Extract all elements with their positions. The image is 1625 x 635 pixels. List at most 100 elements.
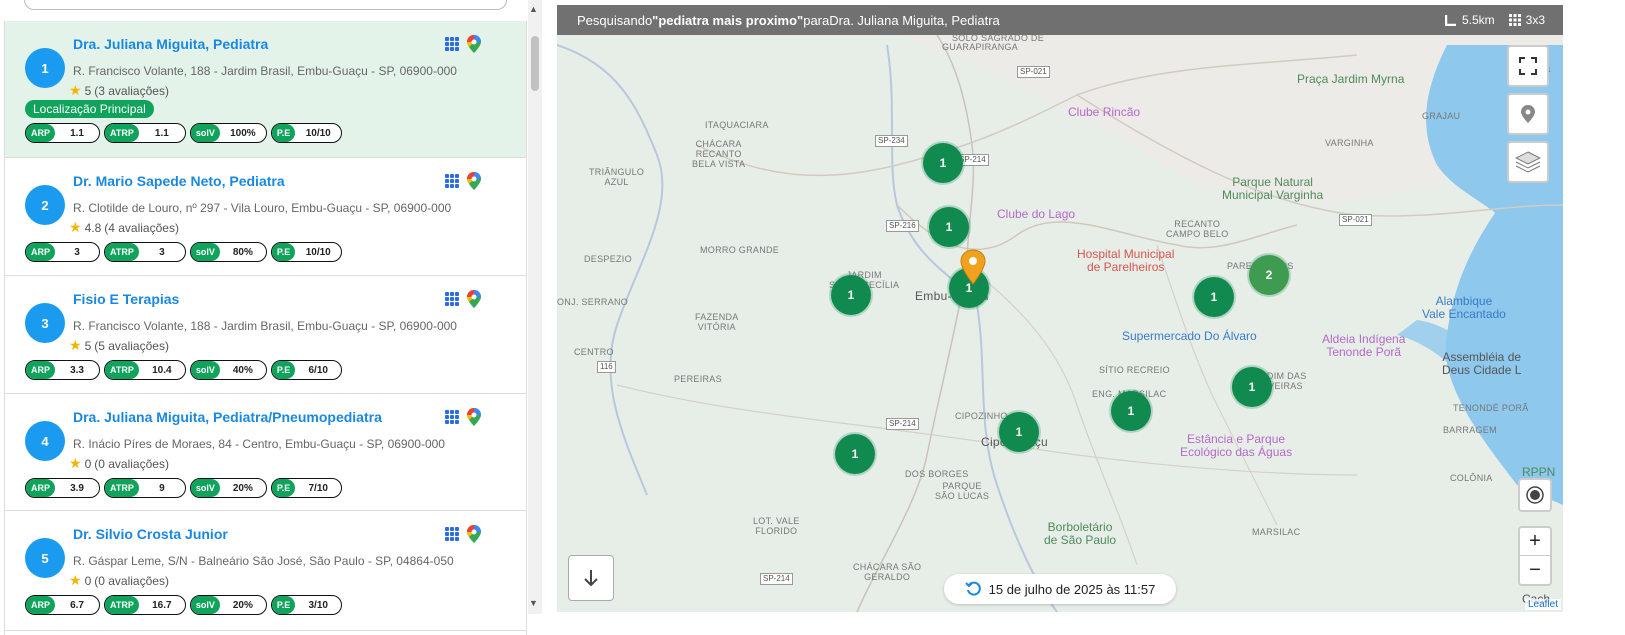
grid-icon[interactable] — [445, 410, 459, 424]
google-maps-icon[interactable] — [467, 408, 481, 426]
metric-value: 20% — [232, 599, 253, 611]
metric-label: ATRP — [105, 243, 139, 261]
metric-pe: P.E 10/10 — [270, 242, 343, 262]
metric-value: 80% — [232, 246, 253, 258]
metric-label: ARP — [26, 596, 56, 614]
poi-parque-varginha[interactable]: Parque Natural Municipal Varginha — [1222, 176, 1323, 202]
result-address: R. Clotilde de Louro, nº 297 - Vila Lour… — [73, 201, 452, 215]
map-label-cipozinho: CIPOZINHO — [955, 411, 1008, 421]
google-maps-icon[interactable] — [467, 290, 481, 308]
scroll-down-arrow[interactable]: ▼ — [529, 598, 538, 608]
header-mid: para — [803, 12, 830, 28]
result-name-link[interactable]: Dra. Juliana Miguita, Pediatra/Pneumoped… — [73, 409, 382, 425]
road-shield: SP-021 — [1017, 66, 1050, 78]
metric-value: 40% — [232, 364, 253, 376]
poi-hospital[interactable]: Hospital Municipal de Parelheiros — [1077, 248, 1174, 274]
metric-value: 10.4 — [152, 364, 172, 376]
map-cluster[interactable]: 1 — [929, 207, 969, 247]
metric-value: 9 — [159, 482, 165, 494]
locate-me-button[interactable] — [1518, 478, 1552, 512]
road-shield: SP-214 — [886, 418, 919, 430]
map-label-barragem: BARRAGEM — [1443, 425, 1497, 435]
review-count: (0 avaliações) — [94, 456, 169, 471]
poi-supermercado[interactable]: Supermercado Do Álvaro — [1122, 330, 1257, 343]
radius-value: 5.5km — [1461, 13, 1495, 27]
list-item[interactable]: 4 Dra. Juliana Miguita, Pediatra/Pneumope… — [5, 394, 526, 511]
metric-label: P.E — [271, 479, 296, 497]
map-cluster[interactable]: 1 — [923, 143, 963, 183]
poi-alambique[interactable]: Alambique Vale Encantado — [1422, 295, 1506, 321]
list-item[interactable]: 5 Dr. Silvio Crosta Junior R. Gáspar Leme,… — [5, 511, 526, 631]
result-name-link[interactable]: Dr. Mario Sapede Neto, Pediatra — [73, 173, 285, 189]
metric-value: 10/10 — [305, 246, 331, 258]
result-name-link[interactable]: Fisio E Terapias — [73, 291, 179, 307]
scroll-down-button[interactable] — [568, 555, 614, 601]
poi-estancia[interactable]: Estância e Parque Ecológico das Águas — [1180, 433, 1292, 459]
results-list: 1 Dra. Juliana Miguita, Pediatra R. Franci… — [4, 21, 527, 635]
metric-pe: P.E 10/10 — [270, 123, 343, 143]
main-location-marker-icon[interactable] — [960, 249, 986, 285]
metric-label: ARP — [26, 361, 56, 379]
google-maps-icon[interactable] — [467, 525, 481, 543]
grid-icon[interactable] — [445, 527, 459, 541]
map-cluster[interactable]: 1 — [835, 434, 875, 474]
map-label-chacara: CHÁCARA RECANTO BELA VISTA — [692, 139, 746, 169]
scrollbar-track[interactable] — [528, 0, 542, 614]
scroll-up-arrow[interactable]: ▲ — [529, 4, 538, 14]
metric-value: 100% — [230, 127, 256, 139]
metric-value: 3.3 — [70, 364, 84, 376]
map-cluster[interactable]: 1 — [1194, 277, 1234, 317]
map-cluster[interactable]: 1 — [1111, 391, 1151, 431]
review-count: (0 avaliações) — [94, 573, 169, 588]
metric-solv: solV 80% — [189, 242, 267, 262]
metric-value: 1.1 — [154, 127, 169, 139]
map-cluster[interactable]: 1 — [999, 412, 1039, 452]
rating-value: 0 — [84, 573, 92, 588]
map-cluster[interactable]: 2 — [1249, 255, 1289, 295]
metric-label: ARP — [26, 243, 56, 261]
leaflet-attribution[interactable]: Leaflet — [1524, 599, 1561, 610]
metric-label: P.E — [271, 124, 296, 142]
grid-value: 3x3 — [1525, 13, 1545, 27]
list-item[interactable]: 3 Fisio E Terapias R. Francisco Volante, 1… — [5, 276, 526, 394]
result-name-link[interactable]: Dra. Juliana Miguita, Pediatra — [73, 36, 268, 52]
map-label-colonia: COLÔNIA — [1450, 473, 1493, 483]
metric-value: 10/10 — [305, 127, 331, 139]
date-text: 15 de julho de 2025 às 11:57 — [988, 581, 1156, 597]
poi-clube-rincao[interactable]: Clube Rincão — [1068, 106, 1140, 119]
layers-button[interactable] — [1507, 141, 1549, 183]
map-cluster[interactable]: 1 — [831, 275, 871, 315]
date-pill[interactable]: 15 de julho de 2025 às 11:57 — [944, 574, 1176, 604]
map-label-fazenda: FAZENDA VITÓRIA — [695, 312, 739, 332]
metric-arp: ARP 3.9 — [25, 478, 101, 498]
metric-solv: solV 100% — [189, 123, 267, 143]
grid-icon[interactable] — [445, 174, 459, 188]
metric-value: 20% — [232, 482, 253, 494]
fullscreen-button[interactable] — [1507, 45, 1549, 87]
search-box[interactable] — [24, 0, 507, 10]
metric-value: 6.7 — [70, 599, 84, 611]
zoom-out-button[interactable]: − — [1520, 556, 1550, 584]
map-label-varginha: VARGINHA — [1325, 138, 1374, 148]
grid-icon[interactable] — [445, 37, 459, 51]
map-label-parque-sao-lucas: PARQUE SÃO LUCAS — [935, 481, 990, 501]
star-icon: ★ — [69, 455, 82, 471]
poi-clube-lago[interactable]: Clube do Lago — [997, 208, 1075, 221]
list-item[interactable]: 1 Dra. Juliana Miguita, Pediatra R. Franci… — [5, 21, 526, 158]
poi-praca[interactable]: Praça Jardim Myrna — [1297, 73, 1404, 86]
google-maps-icon[interactable] — [467, 35, 481, 53]
zoom-in-button[interactable]: + — [1520, 528, 1550, 556]
road-shield: SP-234 — [875, 135, 908, 147]
list-item[interactable]: 2 Dr. Mario Sapede Neto, Pediatra R. Cloti… — [5, 158, 526, 276]
google-maps-icon[interactable] — [467, 172, 481, 190]
map-cluster[interactable]: 1 — [1232, 367, 1272, 407]
poi-aldeia[interactable]: Aldeia Indígena Tenonde Porã — [1322, 333, 1405, 359]
scrollbar-thumb[interactable] — [531, 36, 539, 91]
location-pin-button[interactable] — [1507, 93, 1549, 135]
metric-atrp: ATRP 9 — [104, 478, 186, 498]
poi-assembleia[interactable]: Assembléia de Deus Cidade L — [1442, 351, 1521, 377]
poi-borboletario[interactable]: Borboletário de São Paulo — [1044, 521, 1116, 547]
result-name-link[interactable]: Dr. Silvio Crosta Junior — [73, 526, 228, 542]
grid-icon[interactable] — [445, 292, 459, 306]
map-view[interactable]: Pesquisando "pediatra mais proximo" para… — [557, 5, 1563, 612]
